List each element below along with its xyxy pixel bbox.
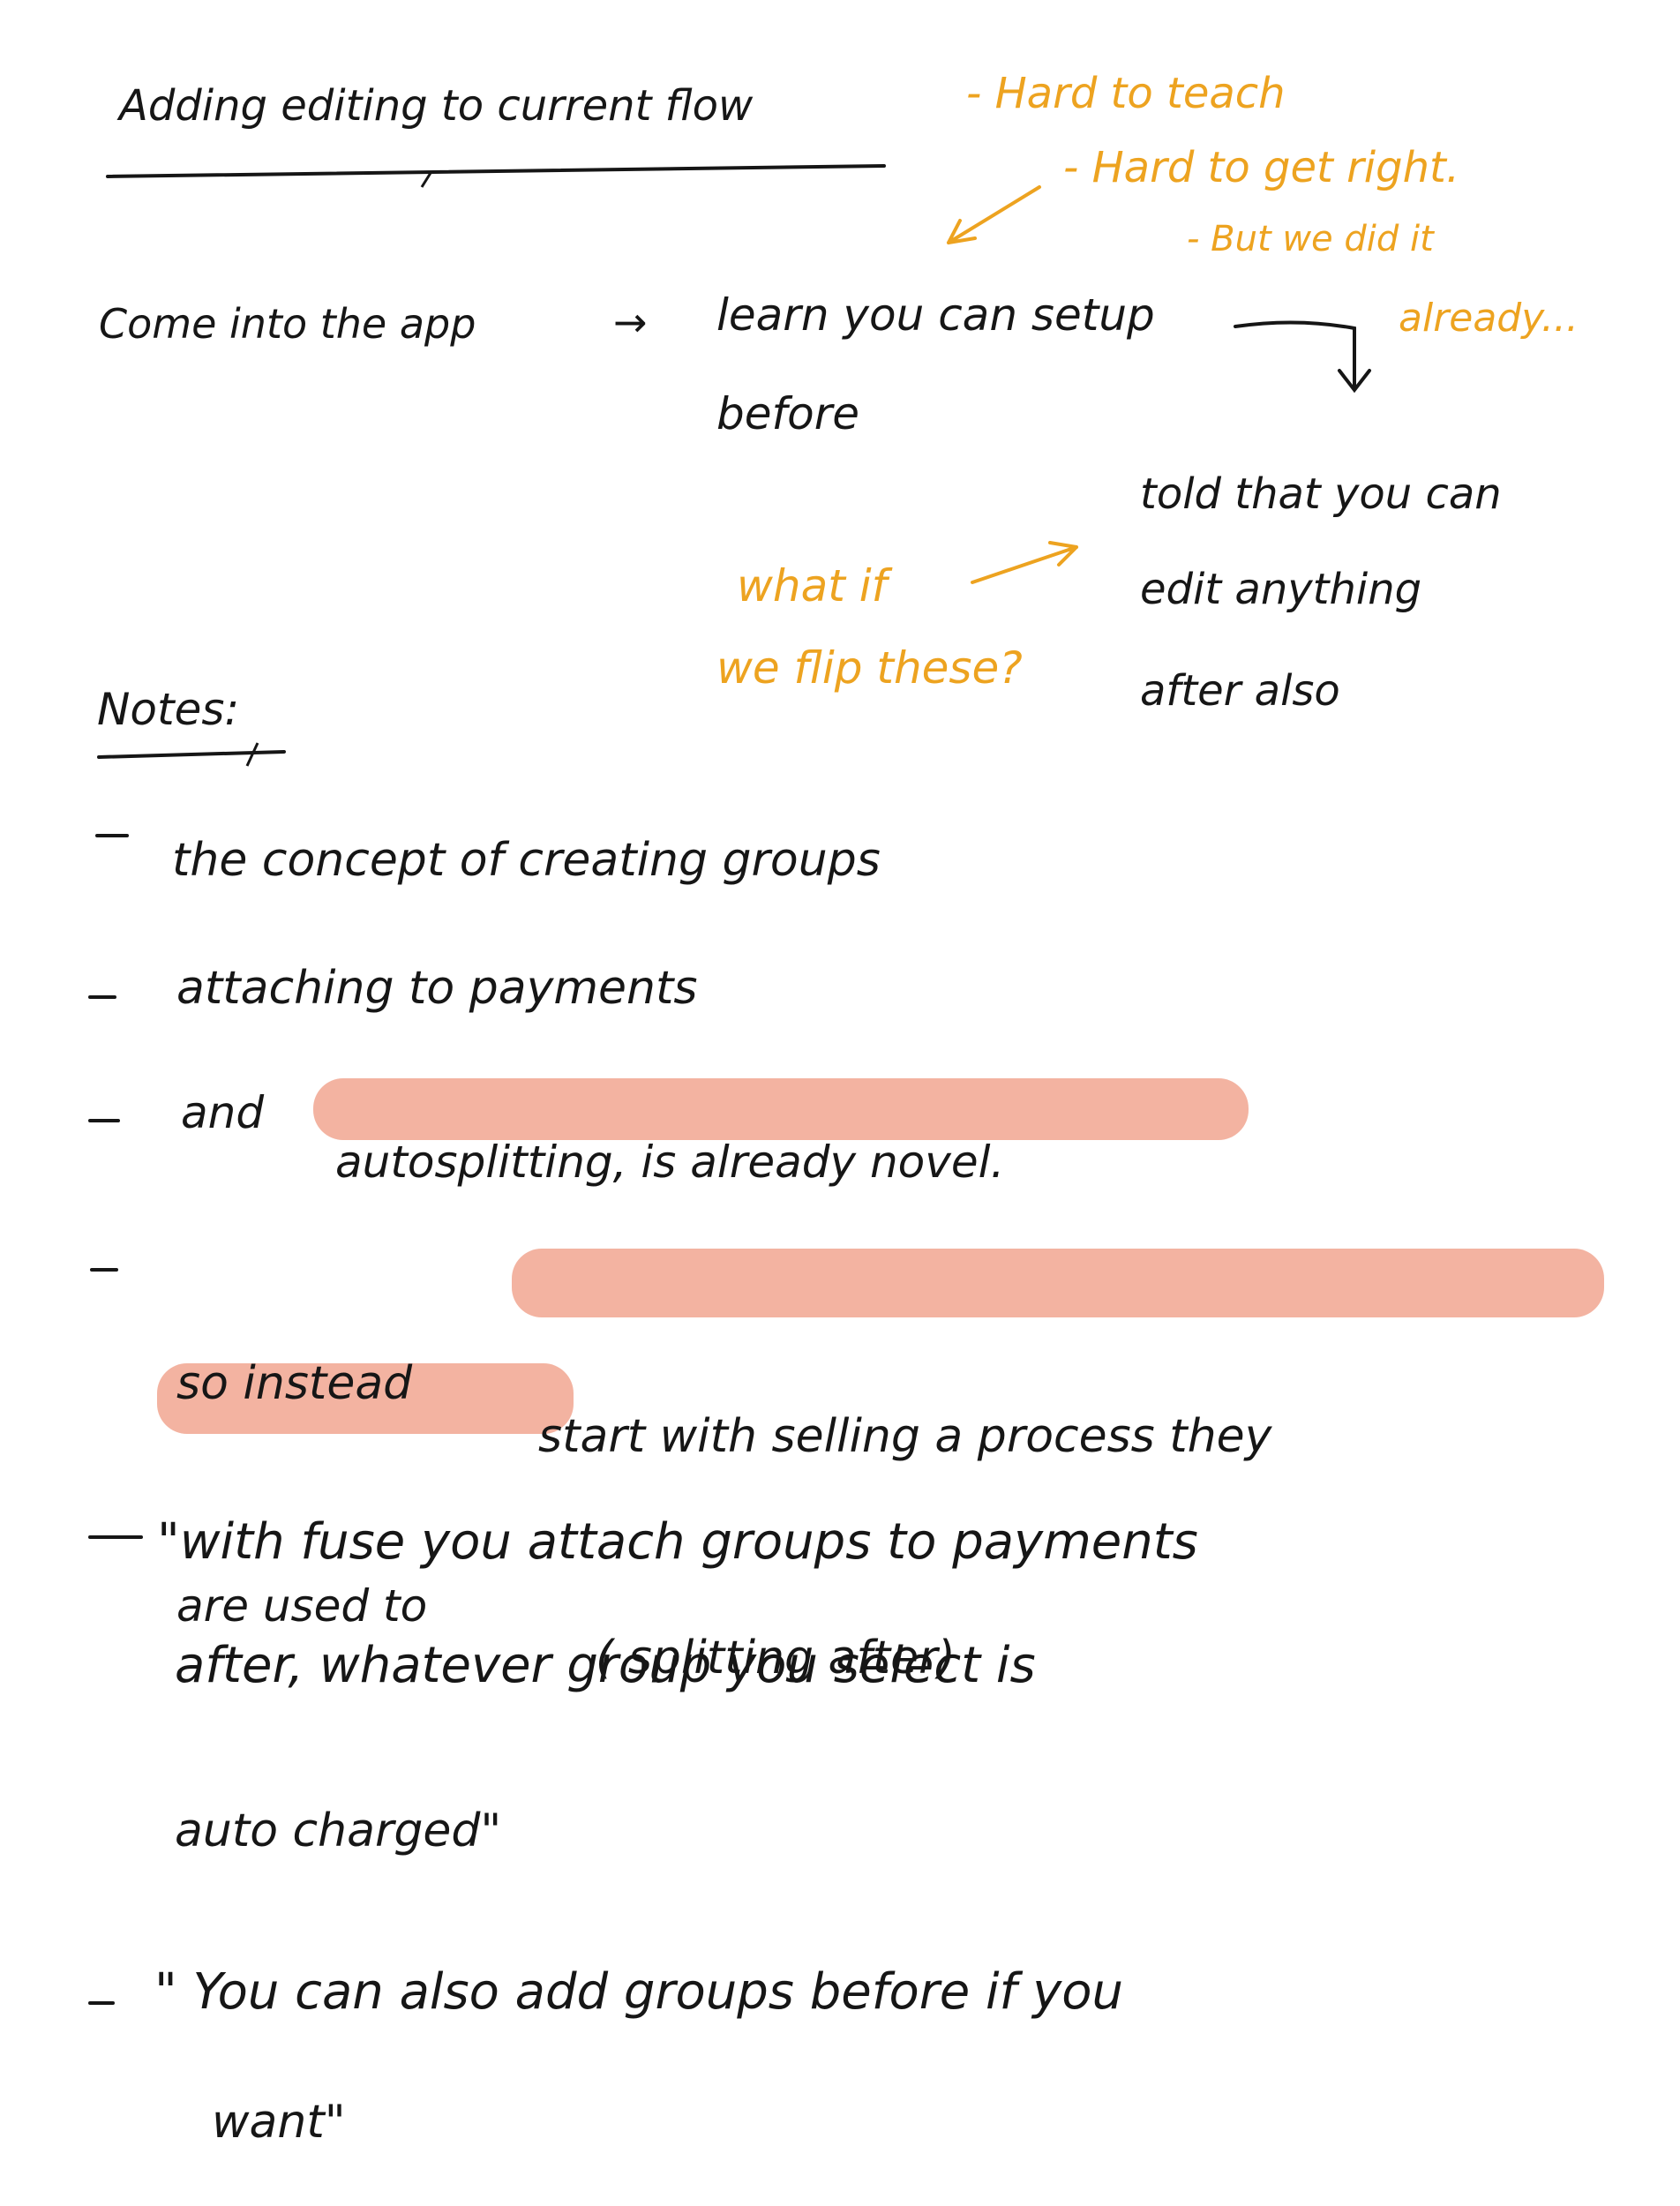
note-are-used-to: are used to [176,1580,428,1632]
flow-step-before: before [716,388,860,439]
notes-heading: Notes: [97,684,240,735]
quote-also-add-line2: want" [212,2096,346,2149]
flow-step-come-into-app: Come into the app [99,300,476,348]
orange-note-hard-to-get-right: - Hard to get right. [1063,143,1460,192]
quote-also-add-line1: " You can also add groups before if you [154,1963,1123,2021]
flow-step-edit-anything: edit anything [1140,565,1422,614]
bullet-dash [88,1119,120,1122]
orange-note-but-we-did-it: - But we did it [1187,219,1434,259]
flow-arrow: → [613,298,648,346]
orange-note-hard-to-teach: - Hard to teach [966,69,1286,118]
question-we-flip-these: we flip these? [716,642,1023,694]
quote-fuse-line3: auto charged" [175,1805,502,1857]
flow-step-learn-setup: learn you can setup [716,289,1155,341]
bullet-dash [95,834,129,837]
orange-arrow-up-right [971,541,1078,584]
note-attaching-to-payments: attaching to payments [176,962,698,1015]
bullet-dash [90,1268,118,1272]
orange-arrow-left [947,185,1041,244]
flow-step-told-you-can: told that you can [1140,469,1502,519]
title-underline [106,164,886,178]
note-splitting-after: ( splitting after) [596,1632,956,1685]
orange-note-already: already... [1399,296,1579,341]
quote-fuse-line1: "with fuse you attach groups to payments [157,1513,1198,1571]
handwritten-note-page: Adding editing to current flow - Hard to… [0,0,1680,2206]
bullet-dash [88,1535,143,1539]
bent-arrow-down [1234,320,1371,394]
bullet-dash [88,2001,115,2005]
page-title: Adding editing to current flow [119,81,754,131]
notes-underline-tick [245,742,259,767]
highlight-start-with-selling [512,1249,1604,1317]
question-what-if: what if [737,560,888,612]
note-so-instead: so instead [176,1357,413,1410]
bullet-dash [88,995,116,999]
notes-underline [97,750,286,759]
note-autosplitting-novel: autosplitting, is already novel. [335,1137,1005,1188]
note-concept-of-groups: the concept of creating groups [172,834,881,887]
note-and: and [181,1087,265,1138]
note-start-with-selling: start with selling a process they [538,1410,1272,1463]
flow-step-after-also: after also [1140,666,1340,716]
title-underline-tick [420,172,432,188]
